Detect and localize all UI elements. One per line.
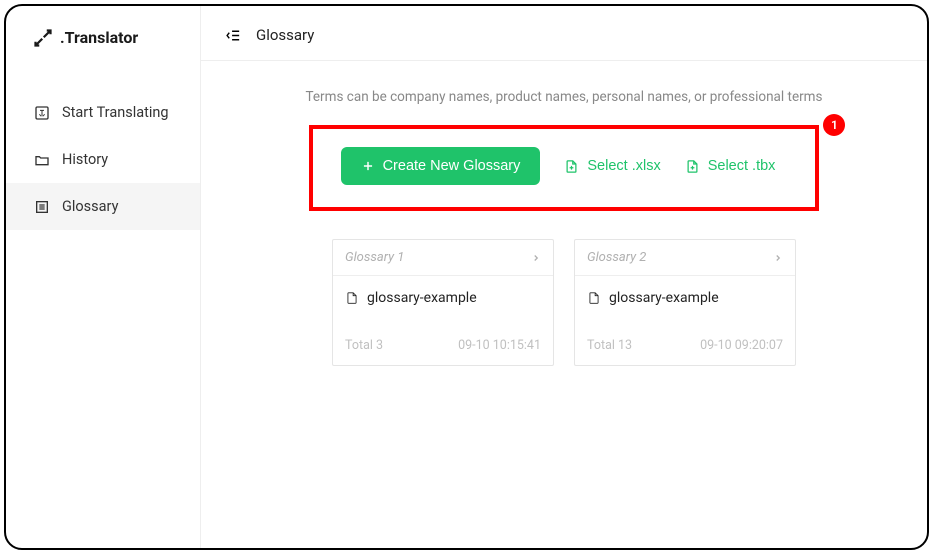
logo-icon: [34, 29, 52, 47]
file-icon: [587, 291, 601, 305]
plus-icon: [361, 159, 375, 173]
select-xlsx-button[interactable]: Select .xlsx: [564, 158, 660, 174]
glossary-card-footer: Total 3 09-10 10:15:41: [333, 328, 553, 365]
chevron-right-icon: [773, 253, 783, 263]
brand-text: .Translator: [60, 28, 138, 47]
total-count: Total 13: [587, 338, 632, 353]
sidebar-item-label: History: [62, 151, 108, 168]
glossary-file: glossary-example: [333, 276, 553, 328]
sidebar-item-history[interactable]: History: [6, 136, 200, 183]
translate-icon: [34, 105, 50, 121]
callout-wrap: 1 Create New Glossary Select .xlsx Selec…: [309, 125, 820, 211]
sidebar: .Translator Start Translating History Gl…: [6, 6, 201, 548]
glossary-card: Glossary 1 glossary-example Total 3 09-1…: [332, 239, 554, 366]
main: Glossary Terms can be company names, pro…: [201, 6, 927, 548]
helper-text: Terms can be company names, product name…: [306, 89, 823, 105]
file-name: glossary-example: [609, 290, 719, 306]
create-glossary-button[interactable]: Create New Glossary: [341, 147, 541, 185]
timestamp: 09-10 09:20:07: [700, 338, 783, 353]
sidebar-item-label: Glossary: [62, 198, 118, 215]
list-icon: [34, 199, 50, 215]
folder-icon: [34, 152, 50, 168]
glossary-cards: Glossary 1 glossary-example Total 3 09-1…: [257, 239, 871, 366]
glossary-card-footer: Total 13 09-10 09:20:07: [575, 328, 795, 365]
sidebar-item-start[interactable]: Start Translating: [6, 89, 200, 136]
total-count: Total 3: [345, 338, 383, 353]
nav: Start Translating History Glossary: [6, 89, 200, 230]
brand: .Translator: [6, 6, 200, 67]
button-label: Select .tbx: [708, 158, 776, 174]
chevron-right-icon: [531, 253, 541, 263]
page-title: Glossary: [256, 26, 314, 44]
sidebar-item-glossary[interactable]: Glossary: [6, 183, 200, 230]
glossary-card-header[interactable]: Glossary 1: [333, 240, 553, 276]
button-label: Select .xlsx: [587, 158, 660, 174]
topbar: Glossary: [201, 6, 927, 61]
select-tbx-button[interactable]: Select .tbx: [685, 158, 776, 174]
file-icon: [345, 291, 359, 305]
button-label: Create New Glossary: [383, 158, 521, 174]
callout-badge: 1: [823, 114, 845, 136]
file-name: glossary-example: [367, 290, 477, 306]
glossary-card: Glossary 2 glossary-example Total 13 09-…: [574, 239, 796, 366]
glossary-title: Glossary 1: [345, 250, 404, 265]
app-frame: .Translator Start Translating History Gl…: [4, 4, 929, 550]
callout-box: Create New Glossary Select .xlsx Select …: [309, 125, 820, 211]
glossary-title: Glossary 2: [587, 250, 646, 265]
content: Terms can be company names, product name…: [201, 61, 927, 386]
file-import-icon: [685, 159, 700, 174]
file-import-icon: [564, 159, 579, 174]
glossary-card-header[interactable]: Glossary 2: [575, 240, 795, 276]
sidebar-item-label: Start Translating: [62, 104, 169, 121]
timestamp: 09-10 10:15:41: [458, 338, 541, 353]
collapse-icon[interactable]: [225, 27, 242, 44]
glossary-file: glossary-example: [575, 276, 795, 328]
